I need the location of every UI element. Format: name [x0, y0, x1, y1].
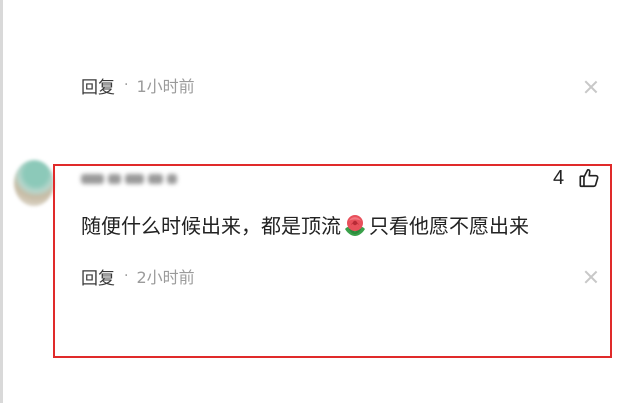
avatar[interactable]: [14, 160, 54, 206]
username-blurred[interactable]: [81, 170, 177, 188]
window-edge: [0, 0, 3, 403]
thumbs-up-icon[interactable]: [578, 167, 600, 189]
like-count: 4: [553, 167, 565, 189]
separator-dot: ·: [124, 268, 129, 284]
close-icon[interactable]: [584, 270, 598, 284]
comment-text-part2: 只看他愿不愿出来: [369, 214, 529, 238]
comment-text: 随便什么时候出来，都是顶流 只看他愿不愿出来: [81, 210, 529, 239]
comment-timestamp: 1小时前: [136, 77, 195, 96]
comment-actions-highlighted: 回复 · 2小时前: [81, 264, 195, 289]
rose-emoji-icon: [342, 212, 368, 238]
comment-text-part1: 随便什么时候出来，都是顶流: [81, 214, 341, 238]
comment-actions-previous: 回复 · 1小时前: [81, 73, 195, 98]
reply-button[interactable]: 回复: [81, 73, 115, 98]
highlight-box: [53, 164, 612, 358]
reply-button[interactable]: 回复: [81, 264, 115, 289]
comment-timestamp: 2小时前: [136, 268, 195, 287]
close-icon[interactable]: [584, 80, 598, 94]
separator-dot: ·: [124, 77, 129, 93]
